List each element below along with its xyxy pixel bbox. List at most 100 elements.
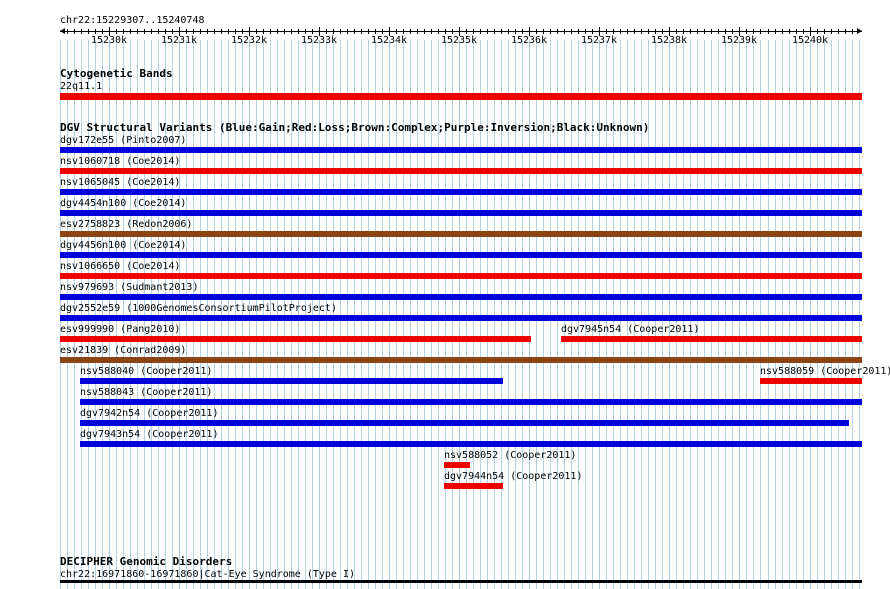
decipher-track-title: DECIPHER Genomic Disorders	[60, 555, 233, 568]
ruler-minor-tick	[732, 29, 733, 34]
dgv-feature-label[interactable]: dgv172e55 (Pinto2007)	[60, 135, 186, 146]
dgv-feature-label[interactable]: esv2758823 (Redon2006)	[60, 219, 192, 230]
ruler-minor-tick	[796, 29, 797, 34]
ruler-minor-tick	[634, 29, 635, 34]
ruler-minor-tick	[347, 29, 348, 34]
ruler-minor-tick	[186, 29, 187, 34]
ruler-minor-tick	[375, 29, 376, 34]
dgv-feature-label[interactable]: nsv588043 (Cooper2011)	[80, 387, 212, 398]
ruler-tick-label: 15231k	[160, 35, 198, 46]
dgv-feature-bar[interactable]	[80, 441, 862, 447]
dgv-feature-bar[interactable]	[60, 168, 862, 174]
dgv-feature-label[interactable]: dgv7944n54 (Cooper2011)	[444, 471, 582, 482]
ruler-minor-tick	[102, 29, 103, 34]
dgv-feature-label[interactable]: nsv1060718 (Coe2014)	[60, 156, 180, 167]
dgv-feature-bar[interactable]	[60, 294, 862, 300]
dgv-feature-bar[interactable]	[760, 378, 862, 384]
ruler-tick-label: 15238k	[650, 35, 688, 46]
dgv-feature-label[interactable]: nsv1065045 (Coe2014)	[60, 177, 180, 188]
ruler-minor-tick	[571, 29, 572, 34]
dgv-feature-bar[interactable]	[60, 147, 862, 153]
ruler-tick-label: 15236k	[510, 35, 548, 46]
cytogenetic-band-bar[interactable]	[60, 93, 862, 100]
dgv-feature-bar[interactable]	[80, 378, 503, 384]
ruler-minor-tick	[697, 29, 698, 34]
ruler-minor-tick	[452, 29, 453, 34]
ruler-minor-tick	[753, 29, 754, 34]
ruler-minor-tick	[172, 29, 173, 34]
ruler-minor-tick	[627, 29, 628, 34]
dgv-feature-bar[interactable]	[60, 210, 862, 216]
dgv-feature-label[interactable]: esv21839 (Conrad2009)	[60, 345, 186, 356]
ruler-minor-tick	[557, 29, 558, 34]
ruler-minor-tick	[515, 29, 516, 34]
dgv-feature-bar[interactable]	[60, 357, 862, 363]
dgv-feature-label[interactable]: dgv4454n100 (Coe2014)	[60, 198, 186, 209]
ruler-minor-tick	[137, 29, 138, 34]
dgv-feature-bar[interactable]	[60, 336, 531, 342]
ruler-minor-tick	[95, 29, 96, 34]
ruler-minor-tick	[242, 29, 243, 34]
dgv-feature-label[interactable]: nsv588059 (Cooper2011)	[760, 366, 890, 377]
ruler-minor-tick	[466, 29, 467, 34]
dgv-feature-label[interactable]: nsv588052 (Cooper2011)	[444, 450, 576, 461]
dgv-feature-bar[interactable]	[60, 189, 862, 195]
ruler-minor-tick	[789, 29, 790, 34]
ruler-minor-tick	[824, 29, 825, 34]
ruler-minor-tick	[74, 29, 75, 34]
dgv-feature-bar[interactable]	[80, 399, 862, 405]
ruler-minor-tick	[592, 29, 593, 34]
dgv-feature-bar[interactable]	[561, 336, 862, 342]
ruler-tick-label: 15234k	[370, 35, 408, 46]
dgv-feature-label[interactable]: nsv979693 (Sudmant2013)	[60, 282, 198, 293]
ruler-minor-tick	[298, 29, 299, 34]
dgv-feature-label[interactable]: nsv588040 (Cooper2011)	[80, 366, 212, 377]
dgv-feature-bar[interactable]	[60, 231, 862, 237]
ruler-tick-label: 15232k	[230, 35, 268, 46]
dgv-feature-label[interactable]: nsv1066650 (Coe2014)	[60, 261, 180, 272]
ruler-minor-tick	[522, 29, 523, 34]
ruler-minor-tick	[718, 29, 719, 34]
dgv-feature-label[interactable]: dgv7942n54 (Cooper2011)	[80, 408, 218, 419]
dgv-feature-label[interactable]: dgv7945n54 (Cooper2011)	[561, 324, 699, 335]
ruler-minor-tick	[683, 29, 684, 34]
ruler-tick-label: 15237k	[580, 35, 618, 46]
ruler-minor-tick	[67, 29, 68, 34]
ruler-minor-tick	[165, 29, 166, 34]
ruler-minor-tick	[151, 29, 152, 34]
ruler-minor-tick	[725, 29, 726, 34]
dgv-feature-label[interactable]: dgv2552e59 (1000GenomesConsortiumPilotPr…	[60, 303, 337, 314]
dgv-feature-bar[interactable]	[60, 315, 862, 321]
ruler-minor-tick	[585, 29, 586, 34]
ruler-minor-tick	[690, 29, 691, 34]
ruler-minor-tick	[648, 29, 649, 34]
ruler-minor-tick	[361, 29, 362, 34]
dgv-feature-label[interactable]: dgv7943n54 (Cooper2011)	[80, 429, 218, 440]
ruler-tick-label: 15235k	[440, 35, 478, 46]
ruler-minor-tick	[214, 29, 215, 34]
ruler-minor-tick	[746, 29, 747, 34]
ruler-minor-tick	[382, 29, 383, 34]
ruler-minor-tick	[852, 29, 853, 34]
decipher-feature-label[interactable]: chr22:16971860-16971860|Cat-Eye Syndrome…	[60, 569, 355, 580]
ruler-minor-tick	[200, 29, 201, 34]
dgv-feature-label[interactable]: dgv4456n100 (Coe2014)	[60, 240, 186, 251]
ruler-minor-tick	[662, 29, 663, 34]
cytogenetic-band-label[interactable]: 22q11.1	[60, 81, 102, 92]
ruler-minor-tick	[116, 29, 117, 34]
ruler-minor-tick	[494, 29, 495, 34]
ruler-minor-tick	[403, 29, 404, 34]
ruler-minor-tick	[711, 29, 712, 34]
dgv-feature-bar[interactable]	[60, 252, 862, 258]
decipher-feature-bar[interactable]	[60, 580, 862, 583]
ruler-minor-tick	[606, 29, 607, 34]
dgv-feature-bar[interactable]	[60, 273, 862, 279]
ruler-minor-tick	[333, 29, 334, 34]
ruler-minor-tick	[803, 29, 804, 34]
dgv-feature-bar[interactable]	[80, 420, 849, 426]
ruler-minor-tick	[613, 29, 614, 34]
dgv-feature-label[interactable]: esv999990 (Pang2010)	[60, 324, 180, 335]
dgv-track-title: DGV Structural Variants (Blue:Gain;Red:L…	[60, 121, 650, 134]
dgv-feature-bar[interactable]	[444, 462, 470, 468]
dgv-feature-bar[interactable]	[444, 483, 503, 489]
